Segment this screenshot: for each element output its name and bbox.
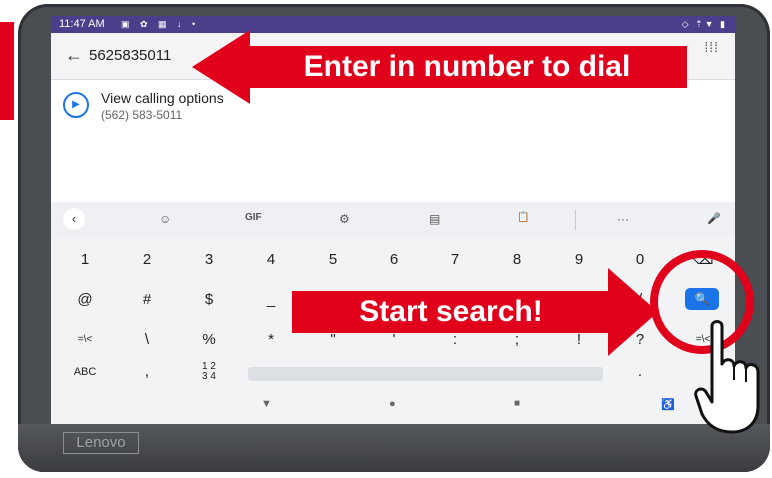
annotation-arrow-left xyxy=(192,30,250,104)
keyboard-theme-icon[interactable]: ▤ xyxy=(429,212,440,226)
search-input[interactable]: 5625835011 xyxy=(89,47,171,64)
annotation-start-search: Start search! xyxy=(292,291,610,333)
key-3[interactable]: 3 xyxy=(179,242,239,278)
key-8[interactable]: 8 xyxy=(487,242,547,278)
key-4[interactable]: 4 xyxy=(241,242,301,278)
space-key[interactable] xyxy=(248,367,603,381)
arrow-left-icon[interactable]: ← xyxy=(65,45,83,66)
more-icon[interactable]: ··· xyxy=(617,212,629,226)
brand-logo: Lenovo xyxy=(63,432,139,454)
microphone-icon[interactable]: 🎤 xyxy=(707,212,721,225)
key-dollar[interactable]: $ xyxy=(179,282,239,318)
key-symbols-left[interactable]: =\< xyxy=(55,322,115,358)
key-5[interactable]: 5 xyxy=(303,242,363,278)
nav-recents-icon[interactable]: ■ xyxy=(514,398,520,409)
accessibility-icon[interactable]: ♿ xyxy=(661,398,675,411)
key-backslash[interactable]: \ xyxy=(117,322,177,358)
key-9[interactable]: 9 xyxy=(549,242,609,278)
keyboard-toolbar: ‹ ☺ GIF ⚙ ▤ 📋 ··· 🎤 xyxy=(51,202,735,238)
key-numpad[interactable]: 1 2 3 4 xyxy=(179,354,239,390)
status-time: 11:47 AM xyxy=(59,18,105,30)
key-percent[interactable]: % xyxy=(179,322,239,358)
nav-back-icon[interactable]: ▼ xyxy=(261,398,272,410)
navigation-bar: ▼ ● ■ ♿ xyxy=(51,390,735,424)
key-7[interactable]: 7 xyxy=(425,242,485,278)
key-period[interactable]: . xyxy=(610,354,670,390)
clipboard-icon[interactable]: 📋 xyxy=(517,212,529,223)
toolbar-divider xyxy=(575,210,576,230)
sticker-icon[interactable]: ☺ xyxy=(159,212,171,226)
calling-option-number: (562) 583-5011 xyxy=(101,108,183,122)
status-icons-right: ◇ ⇡▼ ▮ xyxy=(681,19,727,29)
dialpad-icon[interactable]: ⁞⁞⁞ xyxy=(704,40,719,54)
nav-home-icon[interactable]: ● xyxy=(389,398,396,410)
status-icons-left: ▣ ✿ ▦ ↓ • xyxy=(121,19,200,29)
annotation-enter-number: Enter in number to dial xyxy=(247,46,687,88)
chevron-left-icon[interactable]: ‹ xyxy=(63,208,85,230)
pointing-hand-icon xyxy=(694,320,760,434)
key-comma[interactable]: , xyxy=(117,354,177,390)
status-bar: 11:47 AM ▣ ✿ ▦ ↓ • ◇ ⇡▼ ▮ xyxy=(51,16,735,33)
left-red-bar xyxy=(0,22,14,120)
key-hash[interactable]: # xyxy=(117,282,177,318)
gif-button[interactable]: GIF xyxy=(245,212,262,223)
key-2[interactable]: 2 xyxy=(117,242,177,278)
key-at[interactable]: @ xyxy=(55,282,115,318)
video-call-icon: ▶ xyxy=(63,92,89,118)
key-1[interactable]: 1 xyxy=(55,242,115,278)
key-6[interactable]: 6 xyxy=(364,242,424,278)
key-abc[interactable]: ABC xyxy=(55,354,115,390)
gear-icon[interactable]: ⚙ xyxy=(339,212,350,226)
